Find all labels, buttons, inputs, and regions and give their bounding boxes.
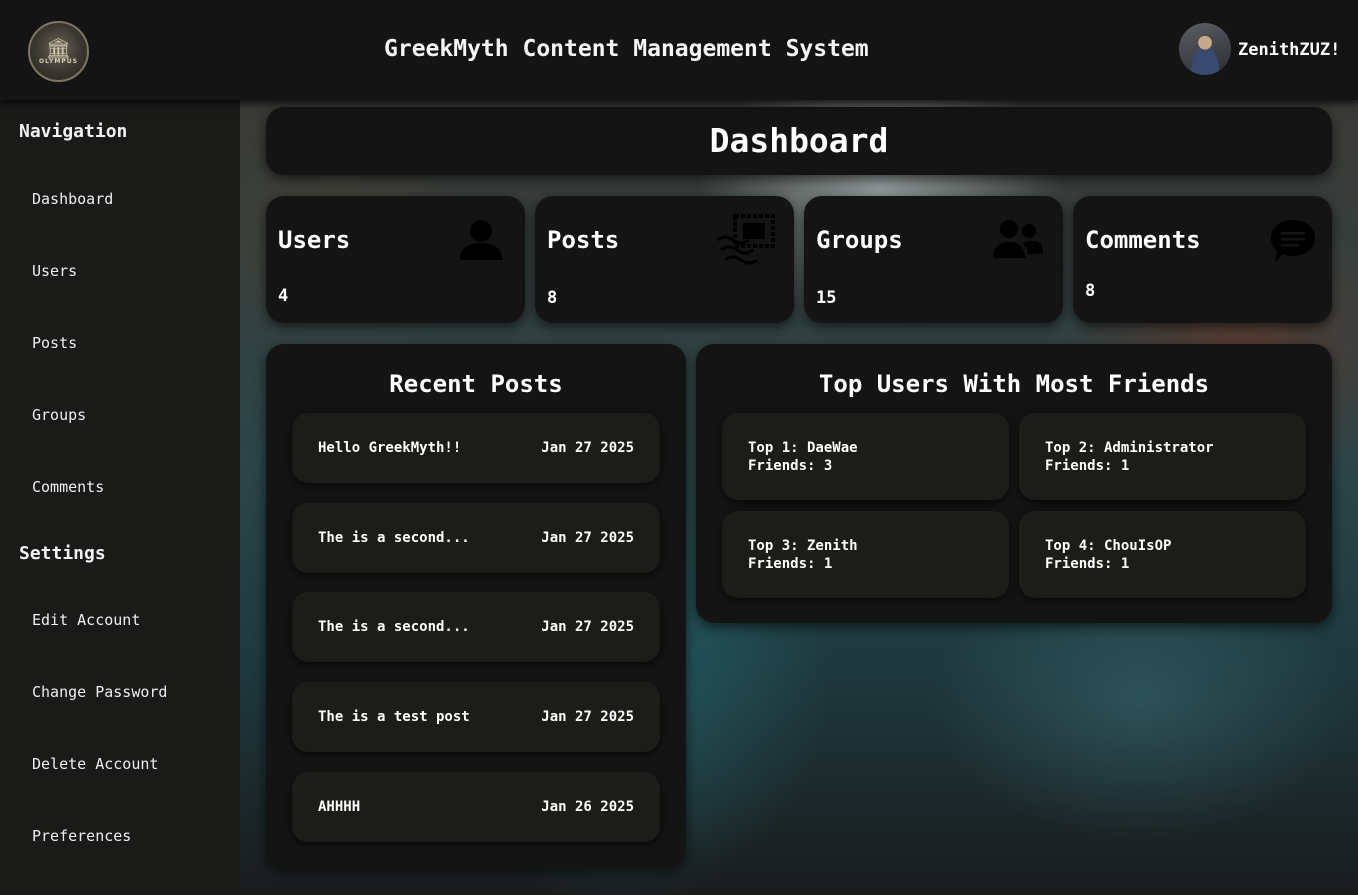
stat-value: 4 bbox=[278, 286, 289, 306]
stat-label: Users bbox=[278, 226, 351, 254]
top-user-friends: Friends: 1 bbox=[748, 556, 833, 572]
avatar[interactable] bbox=[1179, 23, 1231, 75]
sidebar-item-users[interactable]: Users bbox=[32, 262, 77, 280]
stat-label: Groups bbox=[816, 226, 903, 254]
sidebar: Navigation Dashboard Users Posts Groups … bbox=[0, 100, 240, 895]
stat-value: 15 bbox=[816, 288, 837, 308]
header: 🏛 OLYMPUS GreekMyth Content Management S… bbox=[0, 0, 1358, 100]
top-user-rank: Top 2: Administrator bbox=[1045, 440, 1214, 456]
stat-value: 8 bbox=[547, 288, 558, 308]
top-user-card[interactable]: Top 2: Administrator Friends: 1 bbox=[1019, 413, 1306, 500]
olympus-logo[interactable]: 🏛 OLYMPUS bbox=[28, 21, 89, 82]
list-item[interactable]: AHHHH Jan 26 2025 bbox=[292, 772, 660, 842]
stat-value: 8 bbox=[1085, 281, 1096, 301]
dashboard-banner: Dashboard bbox=[266, 107, 1332, 175]
sidebar-item-preferences[interactable]: Preferences bbox=[32, 827, 131, 845]
post-title: The is a test post bbox=[318, 709, 470, 725]
sidebar-item-change-password[interactable]: Change Password bbox=[32, 683, 167, 701]
post-date: Jan 27 2025 bbox=[541, 709, 634, 725]
username[interactable]: ZenithZUZ! bbox=[1238, 40, 1340, 60]
comment-icon bbox=[1271, 220, 1315, 262]
list-item[interactable]: Hello GreekMyth!! Jan 27 2025 bbox=[292, 413, 660, 483]
recent-posts-title: Recent Posts bbox=[389, 370, 563, 398]
top-user-friends: Friends: 1 bbox=[1045, 556, 1130, 572]
app-title: GreekMyth Content Management System bbox=[384, 36, 869, 62]
top-user-friends: Friends: 1 bbox=[1045, 458, 1130, 474]
top-user-friends: Friends: 3 bbox=[748, 458, 833, 474]
user-icon bbox=[460, 220, 502, 260]
sidebar-item-delete-account[interactable]: Delete Account bbox=[32, 755, 158, 773]
nav-heading: Navigation bbox=[19, 121, 128, 142]
top-users-title: Top Users With Most Friends bbox=[818, 370, 1210, 398]
stat-card-comments[interactable]: Comments 8 bbox=[1073, 196, 1332, 323]
post-date: Jan 26 2025 bbox=[541, 799, 634, 815]
post-title: AHHHH bbox=[318, 799, 361, 815]
post-date: Jan 27 2025 bbox=[541, 530, 634, 546]
top-users-panel: Top Users With Most Friends Top 1: DaeWa… bbox=[696, 344, 1332, 623]
top-user-rank: Top 1: DaeWae bbox=[748, 440, 858, 456]
pillar-icon: 🏛 bbox=[45, 36, 72, 60]
stat-card-posts[interactable]: Posts 8 bbox=[535, 196, 794, 323]
post-title: Hello GreekMyth!! bbox=[318, 440, 462, 456]
stat-label: Posts bbox=[547, 226, 620, 254]
recent-posts-panel: Recent Posts Hello GreekMyth!! Jan 27 20… bbox=[266, 344, 686, 868]
stamp-icon bbox=[716, 214, 775, 265]
sidebar-item-posts[interactable]: Posts bbox=[32, 334, 77, 352]
top-user-rank: Top 4: ChouIsOP bbox=[1045, 538, 1172, 554]
post-title: The is a second... bbox=[318, 619, 470, 635]
list-item[interactable]: The is a second... Jan 27 2025 bbox=[292, 592, 660, 662]
list-item[interactable]: The is a second... Jan 27 2025 bbox=[292, 503, 660, 573]
post-date: Jan 27 2025 bbox=[541, 440, 634, 456]
stat-label: Comments bbox=[1085, 226, 1201, 254]
list-item[interactable]: The is a test post Jan 27 2025 bbox=[292, 682, 660, 752]
sidebar-item-groups[interactable]: Groups bbox=[32, 406, 86, 424]
stat-card-groups[interactable]: Groups 15 bbox=[804, 196, 1063, 323]
page-title: Dashboard bbox=[709, 121, 889, 160]
sidebar-item-dashboard[interactable]: Dashboard bbox=[32, 190, 113, 208]
top-user-card[interactable]: Top 4: ChouIsOP Friends: 1 bbox=[1019, 511, 1306, 598]
top-user-card[interactable]: Top 3: Zenith Friends: 1 bbox=[722, 511, 1009, 598]
sidebar-item-comments[interactable]: Comments bbox=[32, 478, 104, 496]
stat-card-users[interactable]: Users 4 bbox=[266, 196, 525, 323]
settings-heading: Settings bbox=[19, 543, 106, 564]
logo-text: OLYMPUS bbox=[39, 58, 78, 65]
sidebar-item-edit-account[interactable]: Edit Account bbox=[32, 611, 140, 629]
top-user-rank: Top 3: Zenith bbox=[748, 538, 858, 554]
group-icon bbox=[993, 220, 1043, 258]
post-title: The is a second... bbox=[318, 530, 470, 546]
post-date: Jan 27 2025 bbox=[541, 619, 634, 635]
top-user-card[interactable]: Top 1: DaeWae Friends: 3 bbox=[722, 413, 1009, 500]
